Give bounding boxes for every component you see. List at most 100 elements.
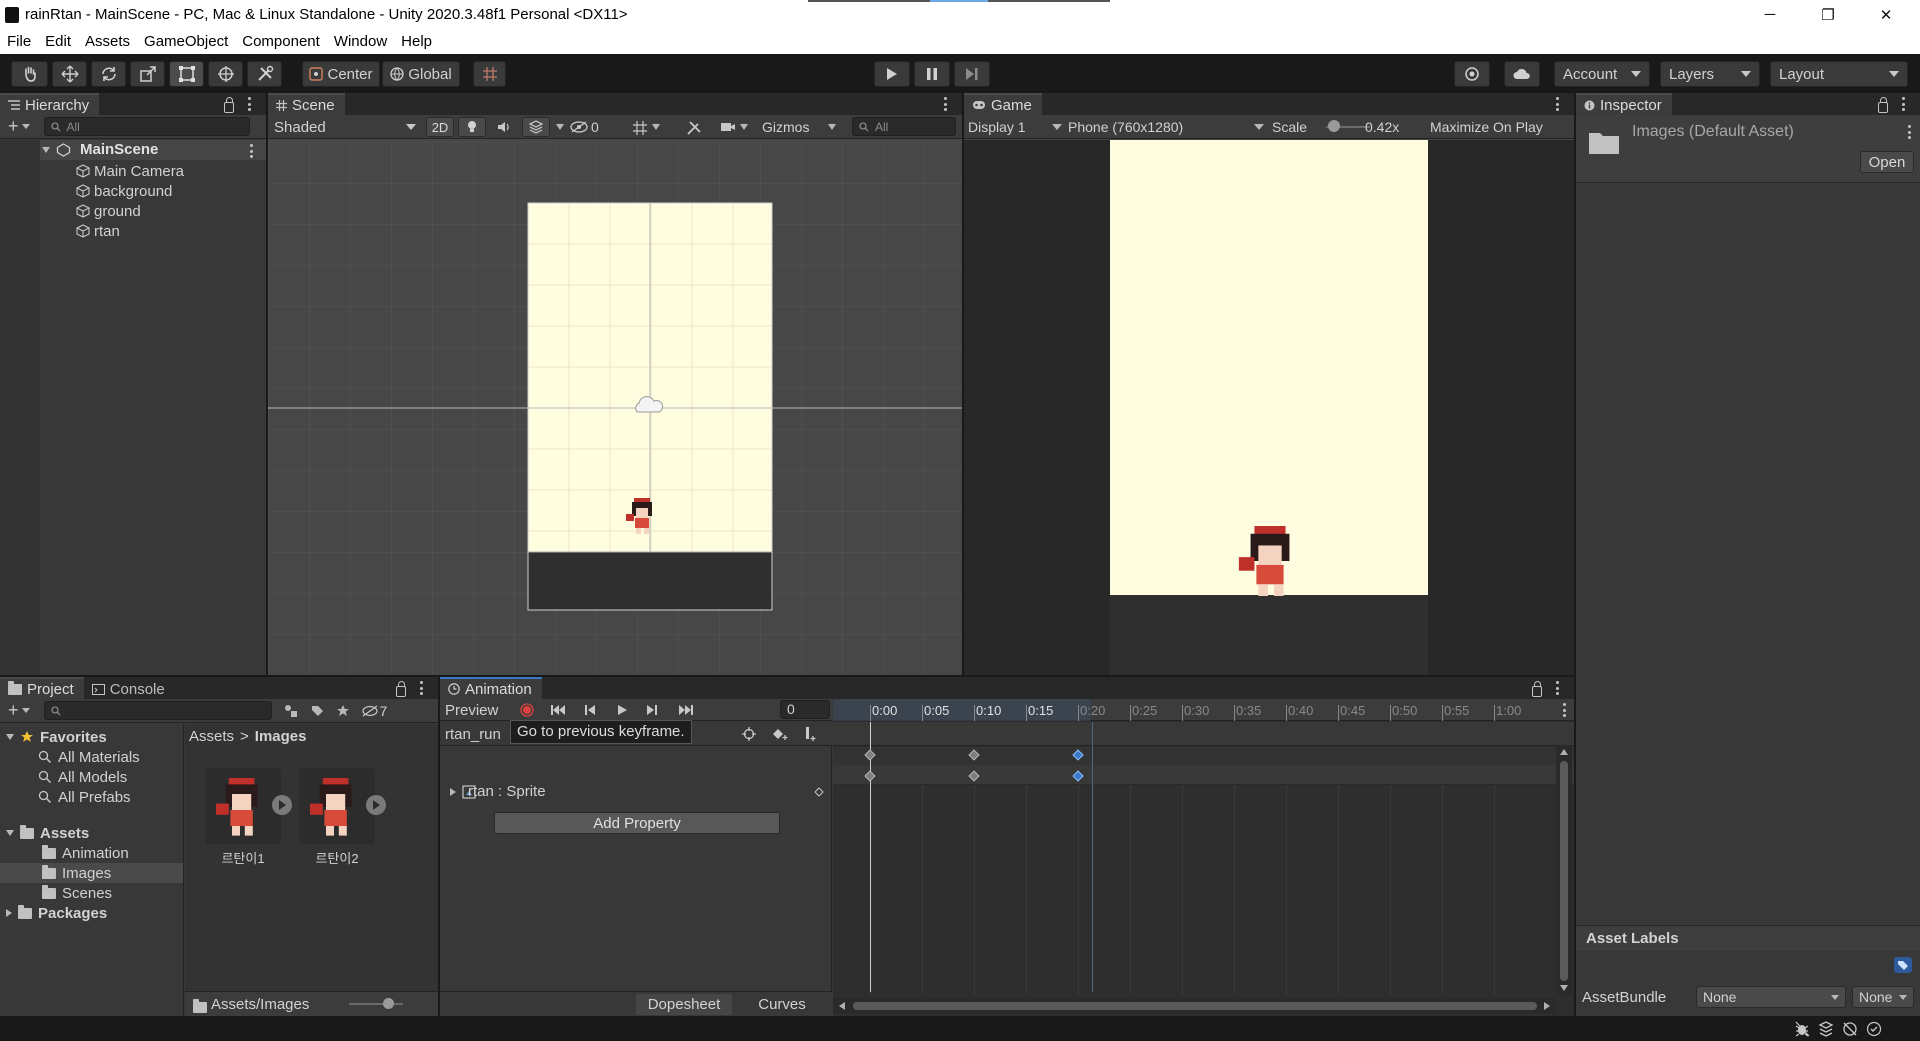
debug-bug-icon[interactable] <box>1794 1021 1810 1037</box>
shading-mode-dropdown[interactable]: Shaded <box>270 117 420 137</box>
tab-animation[interactable]: Animation <box>440 677 542 699</box>
gizmos-dropdown-icon[interactable] <box>828 124 836 130</box>
breadcrumb-images[interactable]: Images <box>255 728 307 745</box>
menu-help[interactable]: Help <box>394 33 439 50</box>
grid-snap-button[interactable] <box>473 61 506 87</box>
packages-node[interactable]: Packages <box>6 903 107 923</box>
play-icon[interactable] <box>616 704 628 716</box>
close-button[interactable]: ✕ <box>1857 0 1915 29</box>
clip-dropdown[interactable]: rtan_run <box>445 726 501 743</box>
services-button[interactable] <box>1454 61 1490 87</box>
pause-button[interactable] <box>914 61 950 87</box>
hand-tool-button[interactable] <box>11 61 48 87</box>
timeline-menu-icon[interactable] <box>1563 703 1567 717</box>
favorite-all-models[interactable]: All Models <box>38 767 127 787</box>
rect-tool-button[interactable] <box>169 61 204 87</box>
animation-menu-icon[interactable] <box>1556 681 1560 695</box>
hierarchy-search-input[interactable]: All <box>43 117 250 136</box>
inspector-lock-icon[interactable] <box>1878 97 1888 113</box>
playhead[interactable] <box>870 722 871 992</box>
game-canvas[interactable] <box>964 140 1574 675</box>
project-menu-icon[interactable] <box>420 681 424 695</box>
tab-hierarchy[interactable]: Hierarchy <box>0 93 100 115</box>
asset-tile-rtan1[interactable]: 르탄이1 <box>205 768 292 878</box>
hierarchy-item-rtan[interactable]: rtan <box>76 221 120 241</box>
last-keyframe-icon[interactable] <box>678 704 694 716</box>
breadcrumb-assets[interactable]: Assets <box>189 728 234 745</box>
play-preview-icon[interactable] <box>365 794 387 816</box>
next-keyframe-icon[interactable] <box>646 704 658 716</box>
animation-lock-icon[interactable] <box>1532 681 1542 697</box>
game-menu-icon[interactable] <box>1556 97 1560 111</box>
open-button[interactable]: Open <box>1860 151 1914 173</box>
hidden-objects-toggle[interactable]: 0 <box>570 118 599 136</box>
hierarchy-item-ground[interactable]: ground <box>76 201 141 221</box>
expand-property-icon[interactable] <box>450 788 456 796</box>
cache-server-icon[interactable] <box>1818 1021 1834 1037</box>
gizmos-button[interactable]: Gizmos <box>758 117 814 137</box>
tab-console[interactable]: Console <box>83 677 175 699</box>
star-icon[interactable] <box>336 704 350 718</box>
scene-search-input[interactable]: All <box>852 117 956 136</box>
asset-variant-dropdown[interactable]: None <box>1852 986 1914 1008</box>
scene-menu-icon[interactable] <box>944 97 948 111</box>
icon-size-slider[interactable] <box>349 1003 403 1005</box>
effects-toggle[interactable] <box>522 117 550 137</box>
menu-gameobject[interactable]: GameObject <box>137 33 235 50</box>
scene-canvas[interactable] <box>268 140 962 675</box>
assets-node[interactable]: Assets <box>6 823 89 843</box>
tab-project[interactable]: Project <box>0 677 84 699</box>
preview-toggle[interactable]: Preview <box>445 702 498 719</box>
resolution-dropdown[interactable]: Phone (760x1280) <box>1068 117 1264 137</box>
account-dropdown[interactable]: Account <box>1554 61 1650 87</box>
inspector-menu-icon[interactable] <box>1902 97 1906 111</box>
search-by-type-icon[interactable] <box>284 704 298 718</box>
timeline-area[interactable]: 0:00 0:05 0:10 0:15 0:20 0:25 0:30 0:35 0:40 0:45… <box>833 699 1574 1016</box>
menu-file[interactable]: File <box>0 33 38 50</box>
maximize-button[interactable]: ❐ <box>1799 0 1857 29</box>
scale-tool-button[interactable] <box>130 61 165 87</box>
camera-icon[interactable] <box>720 121 736 133</box>
pivot-center-toggle[interactable]: Center <box>302 61 380 87</box>
asset-menu-icon[interactable] <box>1908 125 1912 139</box>
menu-component[interactable]: Component <box>235 33 327 50</box>
grid-visibility-icon[interactable] <box>632 120 648 136</box>
expand-scene-icon[interactable] <box>42 147 50 153</box>
asset-tile-rtan2[interactable]: 르탄이2 <box>299 768 386 878</box>
auto-generate-lighting-icon[interactable] <box>1842 1021 1858 1037</box>
tab-game[interactable]: Game <box>964 93 1042 115</box>
favorites-node[interactable]: Favorites <box>6 727 107 747</box>
hierarchy-lock-icon[interactable] <box>224 97 234 113</box>
add-event-icon[interactable] <box>804 726 818 742</box>
menu-edit[interactable]: Edit <box>38 33 78 50</box>
move-tool-button[interactable] <box>52 61 87 87</box>
step-button[interactable] <box>954 61 990 87</box>
tools-icon[interactable] <box>686 120 702 136</box>
hierarchy-menu-icon[interactable] <box>248 97 252 111</box>
progress-check-icon[interactable] <box>1866 1021 1882 1037</box>
lighting-toggle[interactable] <box>458 117 486 137</box>
scroll-up-icon[interactable] <box>1560 749 1568 755</box>
curves-tab[interactable]: Curves <box>734 994 830 1015</box>
maximize-on-play-toggle[interactable]: Maximize On Play <box>1424 117 1549 137</box>
hierarchy-item-main-camera[interactable]: Main Camera <box>76 161 184 181</box>
collab-button[interactable] <box>1504 61 1540 87</box>
horizontal-scroll-thumb[interactable] <box>853 1002 1537 1010</box>
project-lock-icon[interactable] <box>396 681 406 697</box>
layout-dropdown[interactable]: Layout <box>1770 61 1908 87</box>
transform-tool-button[interactable] <box>208 61 243 87</box>
asset-bundle-dropdown[interactable]: None <box>1696 986 1846 1008</box>
rotate-tool-button[interactable] <box>91 61 126 87</box>
vertical-scroll-thumb[interactable] <box>1560 761 1568 981</box>
create-icon[interactable]: + <box>8 700 19 721</box>
scroll-left-icon[interactable] <box>839 1002 845 1010</box>
display-dropdown[interactable]: Display 1 <box>968 117 1062 137</box>
first-keyframe-icon[interactable] <box>550 704 566 716</box>
audio-toggle[interactable] <box>490 117 518 137</box>
layers-dropdown[interactable]: Layers <box>1660 61 1760 87</box>
play-button[interactable] <box>874 61 910 87</box>
folder-animation[interactable]: Animation <box>42 843 129 863</box>
folder-scenes[interactable]: Scenes <box>42 883 112 903</box>
add-icon[interactable]: + <box>8 116 19 137</box>
menu-assets[interactable]: Assets <box>78 33 137 50</box>
